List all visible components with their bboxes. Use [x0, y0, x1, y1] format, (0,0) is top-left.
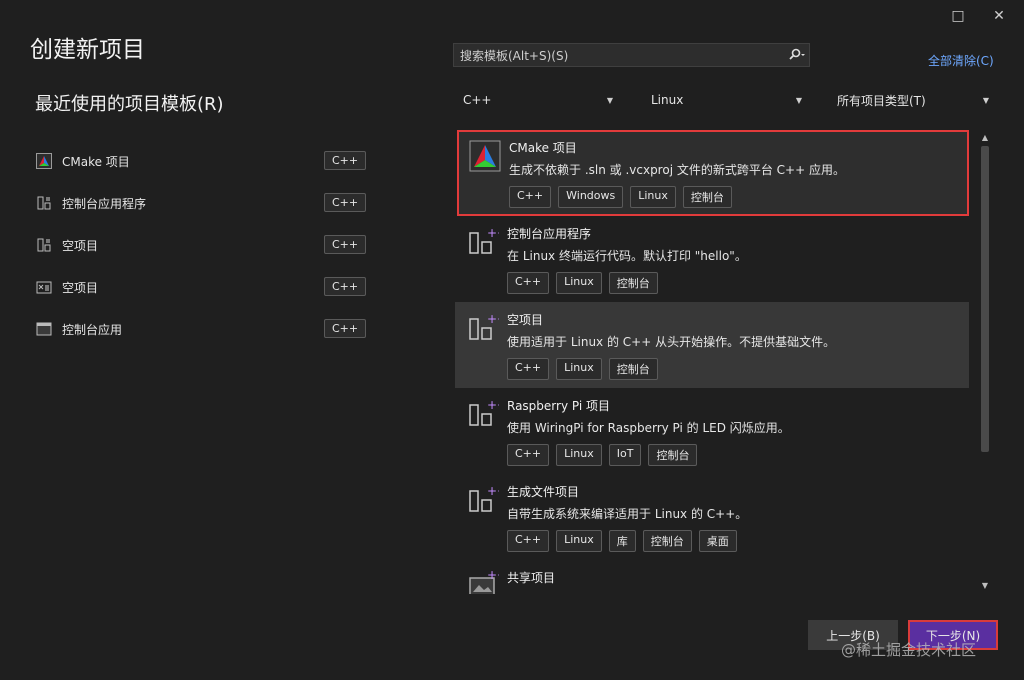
- tag: Windows: [558, 186, 624, 208]
- template-description: 使用 WiringPi for Raspberry Pi 的 LED 闪烁应用。: [507, 421, 790, 435]
- tag: Linux: [556, 444, 602, 466]
- recent-item[interactable]: 空项目 C++: [36, 224, 367, 266]
- recent-item[interactable]: CMake 项目 C++: [36, 140, 367, 182]
- template-description: 生成不依赖于 .sln 或 .vcxproj 文件的新式跨平台 C++ 应用。: [509, 163, 845, 177]
- recent-item[interactable]: 控制台应用 C++: [36, 308, 367, 350]
- template-name: CMake 项目: [509, 141, 577, 155]
- recent-templates-heading: 最近使用的项目模板(R): [35, 94, 224, 115]
- project-type-filter[interactable]: 所有项目类型(T) ▼: [829, 89, 995, 111]
- project-type-filter-value: 所有项目类型(T): [837, 93, 926, 108]
- tag: C++: [507, 272, 550, 294]
- scroll-down-icon[interactable]: ▼: [978, 580, 992, 592]
- language-tag: C++: [324, 193, 367, 212]
- template-item[interactable]: ++ 空项目 使用适用于 Linux 的 C++ 从头开始操作。不提供基础文件。…: [455, 302, 969, 388]
- cmake-icon: [469, 140, 501, 172]
- language-filter[interactable]: C++ ▼: [455, 89, 619, 111]
- tag: 控制台: [648, 444, 698, 466]
- language-tag: C++: [324, 277, 367, 296]
- tag: Linux: [630, 186, 676, 208]
- chevron-down-icon: ▼: [606, 95, 614, 105]
- language-filter-value: C++: [463, 93, 492, 107]
- template-list-scrollbar[interactable]: ▲ ▼: [978, 130, 992, 594]
- console-app-icon: [36, 195, 52, 211]
- recent-item-label: CMake 项目: [62, 154, 130, 169]
- template-list: CMake 项目 生成不依赖于 .sln 或 .vcxproj 文件的新式跨平台…: [455, 130, 969, 594]
- recent-item-label: 空项目: [62, 238, 99, 253]
- platform-filter[interactable]: Linux ▼: [643, 89, 808, 111]
- search-input[interactable]: 搜索模板(Alt+S)(S): [460, 47, 783, 64]
- shared-project-icon: ++: [467, 568, 507, 594]
- chevron-down-icon: ▼: [982, 95, 990, 105]
- empty-project-2-icon: [36, 279, 52, 295]
- console-app-icon: ++: [467, 226, 507, 258]
- tag: 控制台: [608, 272, 658, 294]
- tag: Linux: [556, 530, 602, 552]
- watermark: @稀土掘金技术社区: [841, 641, 977, 659]
- scrollbar-thumb[interactable]: [981, 146, 989, 452]
- scroll-up-icon[interactable]: ▲: [978, 132, 992, 144]
- template-name: 空项目: [507, 313, 544, 327]
- tag: 桌面: [698, 530, 737, 552]
- chevron-down-icon: ▼: [795, 95, 803, 105]
- clear-all-link[interactable]: 全部清除(C): [928, 52, 994, 69]
- template-description: 使用适用于 Linux 的 C++ 从头开始操作。不提供基础文件。: [507, 335, 836, 349]
- tag: IoT: [608, 444, 642, 466]
- template-item[interactable]: CMake 项目 生成不依赖于 .sln 或 .vcxproj 文件的新式跨平台…: [457, 130, 969, 216]
- template-description: 自带生成系统来编译适用于 Linux 的 C++。: [507, 507, 748, 521]
- recent-item-label: 空项目: [62, 280, 99, 295]
- template-item[interactable]: ++ Raspberry Pi 项目 使用 WiringPi for Raspb…: [455, 388, 969, 474]
- close-icon: ✕: [993, 8, 1005, 24]
- language-tag: C++: [324, 151, 367, 170]
- tag: 控制台: [682, 186, 732, 208]
- template-item[interactable]: ++ 控制台应用程序 在 Linux 终端运行代码。默认打印 "hello"。 …: [455, 216, 969, 302]
- console-icon: [36, 321, 52, 337]
- tag: 库: [608, 530, 636, 552]
- platform-filter-value: Linux: [651, 93, 684, 107]
- tag: C++: [507, 444, 550, 466]
- recent-item[interactable]: 空项目 C++: [36, 266, 367, 308]
- tag: Linux: [556, 272, 602, 294]
- svg-text:++: ++: [487, 570, 499, 582]
- search-icon[interactable]: [783, 44, 809, 66]
- template-item[interactable]: ++ 生成文件项目 自带生成系统来编译适用于 Linux 的 C++。 C++ …: [455, 474, 969, 560]
- recent-item-label: 控制台应用: [62, 322, 123, 337]
- template-name: 共享项目: [507, 571, 556, 585]
- maximize-icon: □: [951, 8, 965, 24]
- close-button[interactable]: ✕: [989, 6, 1009, 26]
- template-name: 生成文件项目: [507, 485, 580, 499]
- template-item[interactable]: ++ 共享项目: [455, 560, 969, 594]
- svg-text:++: ++: [487, 312, 499, 326]
- svg-text:++: ++: [487, 398, 499, 412]
- page-title: 创建新项目: [30, 37, 145, 63]
- template-description: 在 Linux 终端运行代码。默认打印 "hello"。: [507, 249, 747, 263]
- recent-item[interactable]: 控制台应用程序 C++: [36, 182, 367, 224]
- svg-text:++: ++: [487, 226, 499, 240]
- tag: 控制台: [608, 358, 658, 380]
- recent-item-label: 控制台应用程序: [62, 196, 147, 211]
- svg-text:++: ++: [487, 484, 499, 498]
- empty-project-icon: [36, 237, 52, 253]
- tag: 控制台: [642, 530, 692, 552]
- tag: C++: [507, 358, 550, 380]
- language-tag: C++: [324, 235, 367, 254]
- tag: Linux: [556, 358, 602, 380]
- language-tag: C++: [324, 319, 367, 338]
- recent-templates-list: CMake 项目 C++ 控制台应用程序 C++ 空项目 C++ 空项目 C++…: [36, 140, 367, 350]
- tag: C++: [509, 186, 552, 208]
- tag: C++: [507, 530, 550, 552]
- template-search-box[interactable]: 搜索模板(Alt+S)(S): [453, 43, 810, 67]
- raspberry-pi-icon: ++: [467, 398, 507, 430]
- makefile-project-icon: ++: [467, 484, 507, 516]
- template-name: 控制台应用程序: [507, 227, 592, 241]
- cmake-icon: [36, 153, 52, 169]
- template-name: Raspberry Pi 项目: [507, 399, 610, 413]
- empty-project-icon: ++: [467, 312, 507, 344]
- maximize-button[interactable]: □: [948, 6, 968, 26]
